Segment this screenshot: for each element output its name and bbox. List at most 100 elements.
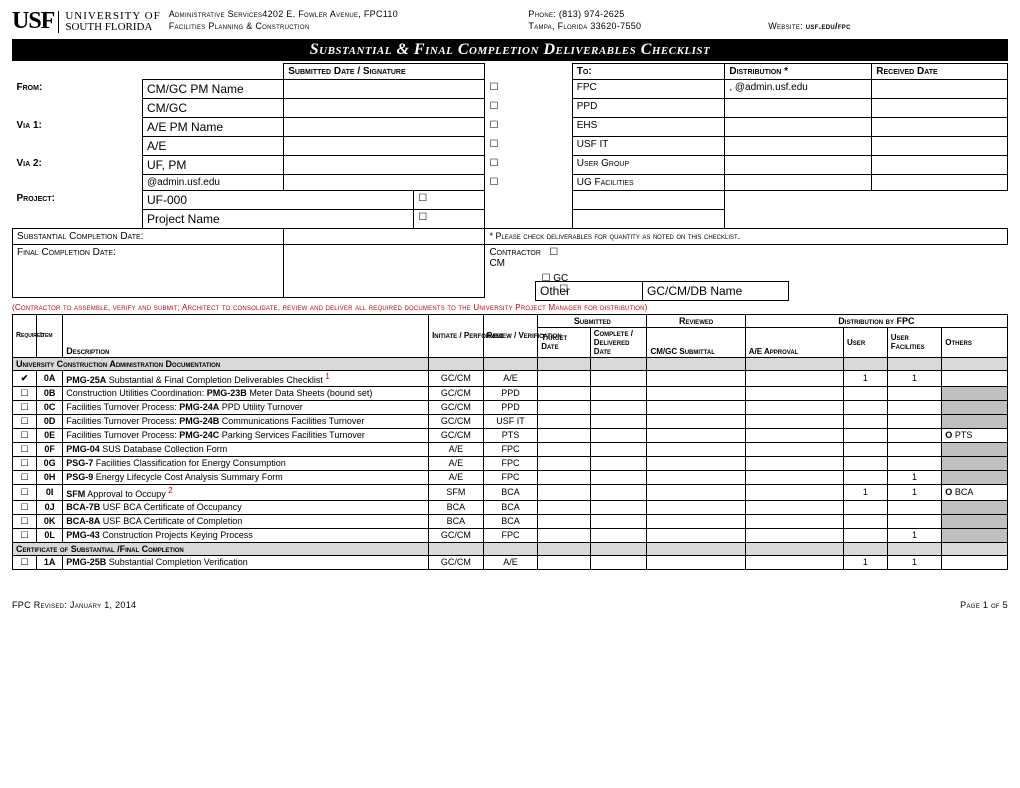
item-desc: PMG-25B Substantial Completion Verificat… bbox=[63, 555, 429, 569]
checkbox[interactable]: ☐ bbox=[13, 386, 37, 400]
checkbox[interactable]: ✔ bbox=[13, 370, 37, 386]
item-desc: PSG-7 Facilities Classification for Ener… bbox=[63, 456, 429, 470]
col-rev: Review / Verification bbox=[483, 314, 538, 357]
checkbox[interactable]: ☐ bbox=[13, 470, 37, 484]
checkbox[interactable]: ☐ bbox=[13, 500, 37, 514]
col-others: Others bbox=[942, 327, 1008, 357]
logo-text: UNIVERSITY OF SOUTH FLORIDA bbox=[58, 11, 160, 33]
item-desc: PMG-25A Substantial & Final Completion D… bbox=[63, 370, 429, 386]
col-ae: A/E Approval bbox=[745, 327, 843, 357]
col-complete: Complete / Delivered Date bbox=[590, 327, 647, 357]
project-number: UF-000 bbox=[142, 191, 413, 210]
website: Website: usf.edu/fpc bbox=[768, 20, 1008, 32]
col-desc: Description bbox=[63, 314, 429, 357]
col-submitted: Submitted bbox=[538, 314, 647, 327]
to-usfit: USF IT bbox=[572, 137, 725, 156]
label-via2: Via 2: bbox=[13, 156, 143, 175]
from-cmgc: CM/GC bbox=[142, 99, 283, 118]
project-name: Project Name bbox=[142, 210, 413, 229]
revision-date: FPC Revised: January 1, 2014 bbox=[12, 600, 136, 610]
checkbox[interactable]: ☐ bbox=[485, 156, 519, 175]
checkbox[interactable]: ☐ bbox=[485, 80, 519, 99]
item-desc: PSG-9 Energy Lifecycle Cost Analysis Sum… bbox=[63, 470, 429, 484]
label-via1: Via 1: bbox=[13, 118, 143, 137]
page-header: USF UNIVERSITY OF SOUTH FLORIDA Administ… bbox=[12, 8, 1008, 35]
table-row: ☐ 0F PMG-04 SUS Database Collection Form… bbox=[13, 442, 1008, 456]
logo: USF UNIVERSITY OF SOUTH FLORIDA bbox=[12, 8, 161, 35]
checkbox[interactable]: ☐ bbox=[13, 528, 37, 542]
via2-uf: UF, PM bbox=[142, 156, 283, 175]
checkbox[interactable]: ☐ bbox=[414, 210, 485, 229]
checkbox[interactable]: ☐ bbox=[414, 191, 485, 210]
table-row: ☐ 0C Facilities Turnover Process: PMG-24… bbox=[13, 400, 1008, 414]
item-desc: PMG-43 Construction Projects Keying Proc… bbox=[63, 528, 429, 542]
deliverables-table: Required Item Description Initiate / Per… bbox=[12, 314, 1008, 570]
item-desc: BCA-8A USF BCA Certificate of Completion bbox=[63, 514, 429, 528]
table-row: ☐ 0K BCA-8A USF BCA Certificate of Compl… bbox=[13, 514, 1008, 528]
checkbox[interactable]: ☐ bbox=[13, 428, 37, 442]
item-desc: Facilities Turnover Process: PMG-24B Com… bbox=[63, 414, 429, 428]
col-user: User bbox=[844, 327, 888, 357]
via1-ae: A/E bbox=[142, 137, 283, 156]
to-ppd: PPD bbox=[572, 99, 725, 118]
checkbox[interactable]: ☐ bbox=[13, 555, 37, 569]
checkbox[interactable]: ☐ bbox=[485, 175, 519, 191]
col-required: Required bbox=[13, 314, 37, 357]
checkbox[interactable]: ☐ bbox=[485, 99, 519, 118]
table-row: ☐ 0D Facilities Turnover Process: PMG-24… bbox=[13, 414, 1008, 428]
page-number: Page 1 of 5 bbox=[960, 600, 1008, 610]
gccm-name: GC/CM/DB Name bbox=[643, 281, 789, 300]
checkbox[interactable]: ☐ bbox=[13, 484, 37, 500]
table-row: ☐ 1A PMG-25B Substantial Completion Veri… bbox=[13, 555, 1008, 569]
checkbox[interactable]: ☐ bbox=[485, 118, 519, 137]
item-desc: BCA-7B USF BCA Certificate of Occupancy bbox=[63, 500, 429, 514]
via2-email: @admin.usf.edu bbox=[142, 175, 283, 191]
table-row: ☐ 0G PSG-7 Facilities Classification for… bbox=[13, 456, 1008, 470]
col-to: To: bbox=[572, 64, 725, 80]
to-fpc: FPC bbox=[572, 80, 725, 99]
item-desc: Facilities Turnover Process: PMG-24C Par… bbox=[63, 428, 429, 442]
phone: Phone: (813) 974-2625 bbox=[528, 8, 768, 20]
document-title: Substantial & Final Completion Deliverab… bbox=[12, 39, 1008, 61]
col-item: Item bbox=[37, 314, 63, 357]
checkbox[interactable]: ☐ bbox=[13, 514, 37, 528]
label-project: Project: bbox=[13, 191, 143, 210]
col-dist: Distribution * bbox=[725, 64, 872, 80]
label-from: From: bbox=[13, 80, 143, 99]
item-desc: Construction Utilities Coordination: PMG… bbox=[63, 386, 429, 400]
to-ehs: EHS bbox=[572, 118, 725, 137]
table-row: ✔ 0A PMG-25A Substantial & Final Complet… bbox=[13, 370, 1008, 386]
logo-mark: USF bbox=[12, 8, 54, 35]
table-row: ☐ 0L PMG-43 Construction Projects Keying… bbox=[13, 528, 1008, 542]
page-footer: FPC Revised: January 1, 2014 Page 1 of 5 bbox=[12, 600, 1008, 610]
other-label: Other bbox=[536, 281, 643, 300]
checkbox[interactable]: ☐ bbox=[13, 442, 37, 456]
table-row: ☐ 0E Facilities Turnover Process: PMG-24… bbox=[13, 428, 1008, 442]
red-instruction: (Contractor to assemble, verify and subm… bbox=[12, 301, 1008, 314]
col-distfpc: Distribution by FPC bbox=[745, 314, 1007, 327]
checkbox[interactable]: ☐ bbox=[13, 400, 37, 414]
col-reviewed: Reviewed bbox=[647, 314, 745, 327]
address-line1: Administrative Services4202 E. Fowler Av… bbox=[169, 8, 529, 20]
to-ugfac: UG Facilities bbox=[572, 175, 725, 191]
item-desc: SFM Approval to Occupy 2 bbox=[63, 484, 429, 500]
checkbox[interactable]: ☐ bbox=[13, 456, 37, 470]
checkbox[interactable]: ☐ bbox=[13, 414, 37, 428]
dist-email: , @admin.usf.edu bbox=[725, 80, 872, 99]
city: Tampa, Florida 33620-7550 bbox=[528, 20, 768, 32]
item-desc: PMG-04 SUS Database Collection Form bbox=[63, 442, 429, 456]
address-line2: Facilities Planning & Construction bbox=[169, 20, 529, 32]
table-row: ☐ 0J BCA-7B USF BCA Certificate of Occup… bbox=[13, 500, 1008, 514]
table-row: ☐ 0H PSG-9 Energy Lifecycle Cost Analysi… bbox=[13, 470, 1008, 484]
table-row: ☐ 0I SFM Approval to Occupy 2 SFM BCA 1 … bbox=[13, 484, 1008, 500]
final-comp-date-label: Final Completion Date: bbox=[13, 245, 284, 298]
to-usergroup: User Group bbox=[572, 156, 725, 175]
sub-comp-date-label: Substantial Completion Date: bbox=[13, 229, 284, 245]
col-userfac: User Facilities bbox=[887, 327, 942, 357]
table-row: ☐ 0B Construction Utilities Coordination… bbox=[13, 386, 1008, 400]
header-info: Administrative Services4202 E. Fowler Av… bbox=[169, 8, 1008, 32]
checkbox[interactable]: ☐ bbox=[485, 137, 519, 156]
checklist-note: * Please check deliverables for quantity… bbox=[485, 229, 1008, 245]
col-submitted: Submitted Date / Signature bbox=[284, 64, 485, 80]
col-init: Initiate / Performed bbox=[429, 314, 484, 357]
